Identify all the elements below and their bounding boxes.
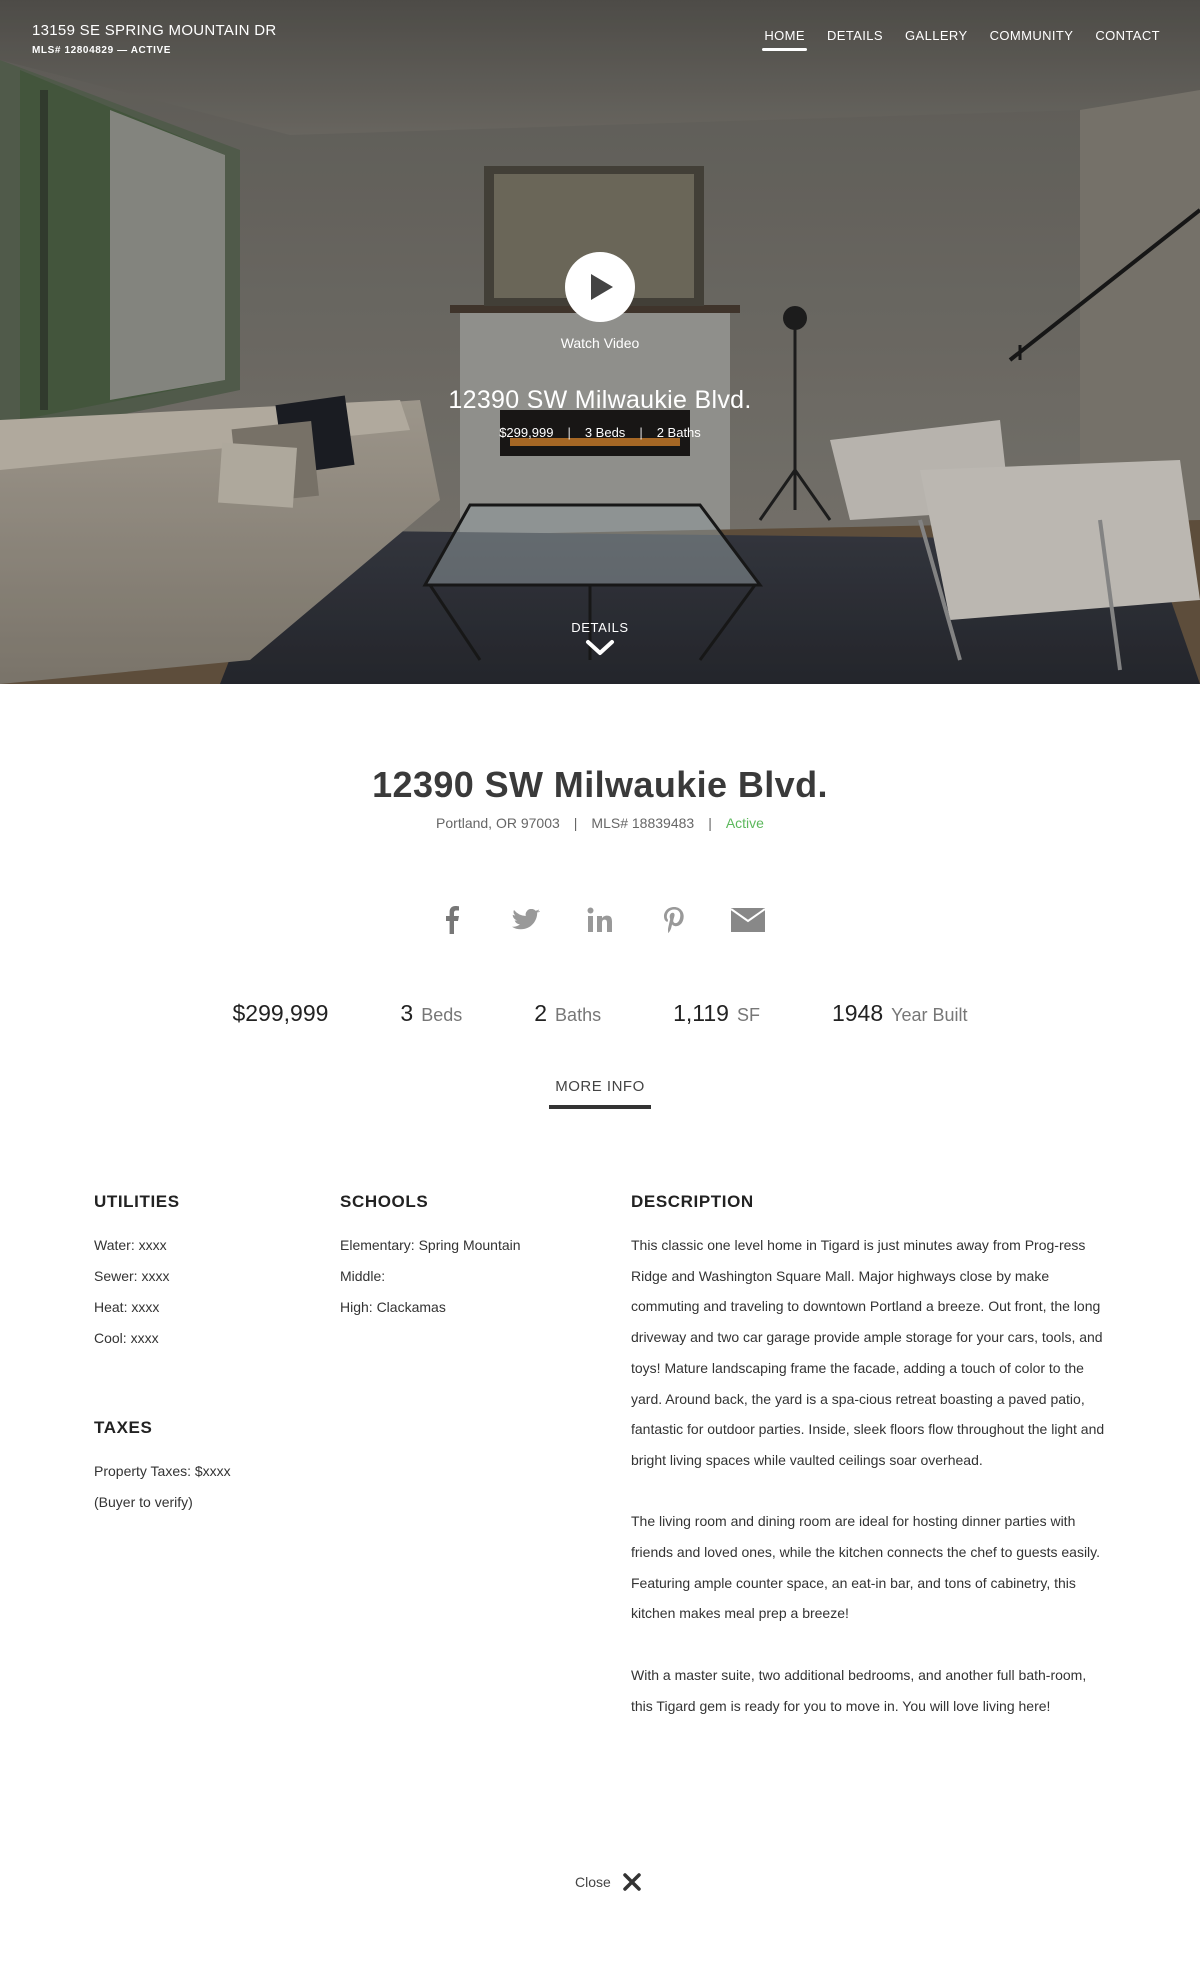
hero-section: 13159 SE SPRING MOUNTAIN DR MLS# 1280482… <box>0 0 1200 684</box>
stat-beds-value: 3 <box>400 1000 414 1026</box>
close-button[interactable]: Close <box>575 1873 641 1891</box>
list-item: Middle: <box>340 1268 386 1284</box>
utilities-heading: UTILITIES <box>94 1192 180 1211</box>
chevron-down-icon <box>586 640 614 655</box>
main-nav: HOME DETAILS GALLERY COMMUNITY CONTACT <box>762 28 1162 51</box>
description-paragraph: With a master suite, two additional bedr… <box>631 1666 1087 1714</box>
listing-location: Portland, OR 97003 <box>436 815 560 831</box>
hero-summary: $299,999 | 3 Beds | 2 Baths <box>0 425 1200 440</box>
list-item: Water: xxxx <box>94 1237 167 1253</box>
nav-contact[interactable]: CONTACT <box>1093 28 1162 51</box>
facebook-icon[interactable] <box>434 902 470 938</box>
brand-address: 13159 SE SPRING MOUNTAIN DR <box>32 22 277 39</box>
stat-year-value: 1948 <box>831 1000 884 1026</box>
list-item: Heat: xxxx <box>94 1299 160 1315</box>
status-badge: Active <box>725 815 764 831</box>
hero-baths: 2 Baths <box>656 425 701 440</box>
list-item: High: Clackamas <box>340 1299 446 1315</box>
hero-separator: | <box>567 425 571 440</box>
stat-price: $299,999 <box>232 1000 329 1026</box>
hero-price: $299,999 <box>499 425 554 440</box>
stat-baths: 2 Baths <box>534 1000 601 1027</box>
list-item: (Buyer to verify) <box>94 1494 193 1510</box>
close-icon <box>623 1873 641 1891</box>
hero-title: 12390 SW Milwaukie Blvd. <box>448 386 752 414</box>
stat-sf-value: 1,119 <box>673 1000 729 1026</box>
stat-baths-value: 2 <box>534 1000 548 1026</box>
listing-mls: MLS# 18839483 <box>591 815 695 831</box>
schools-heading: SCHOOLS <box>340 1192 429 1211</box>
more-info-tab[interactable]: MORE INFO <box>549 1078 651 1109</box>
list-item: Property Taxes: $xxxx <box>94 1463 231 1479</box>
watch-video-label[interactable]: Watch Video <box>0 335 1200 351</box>
hero-separator: | <box>639 425 643 440</box>
nav-gallery[interactable]: GALLERY <box>903 28 970 51</box>
listing-subline: Portland, OR 97003 | MLS# 18839483 | Act… <box>0 815 1200 831</box>
description-paragraph: This classic one level home in Tigard is… <box>631 1237 1105 1468</box>
key-stats: $299,999 3 Beds 2 Baths 1,119 SF 1948 Year B… <box>0 1000 1200 1027</box>
share-bar <box>0 902 1200 938</box>
stat-beds-unit: Beds <box>421 1005 463 1025</box>
schools-list: Elementary: Spring Mountain Middle: High… <box>340 1230 521 1323</box>
linkedin-icon[interactable] <box>582 902 618 938</box>
stat-baths-unit: Baths <box>555 1005 602 1025</box>
play-icon <box>591 274 613 300</box>
list-item: Elementary: Spring Mountain <box>340 1237 521 1253</box>
list-item: Sewer: xxxx <box>94 1268 170 1284</box>
listing-title: 12390 SW Milwaukie Blvd. <box>372 764 828 805</box>
description-heading: DESCRIPTION <box>631 1192 754 1211</box>
subline-separator: | <box>573 815 578 831</box>
taxes-list: Property Taxes: $xxxx (Buyer to verify) <box>94 1456 231 1518</box>
play-video-button[interactable] <box>565 252 635 322</box>
taxes-heading: TAXES <box>94 1418 153 1437</box>
utilities-list: Water: xxxx Sewer: xxxx Heat: xxxx Cool:… <box>94 1230 169 1354</box>
brand-mls-status: MLS# 12804829 — ACTIVE <box>32 45 171 56</box>
nav-home[interactable]: HOME <box>762 28 807 51</box>
hero-beds: 3 Beds <box>584 425 626 440</box>
description-paragraph: The living room and dining room are idea… <box>631 1513 1101 1622</box>
subline-separator: | <box>708 815 712 831</box>
stat-square-feet: 1,119 SF <box>673 1000 760 1027</box>
email-icon[interactable] <box>730 902 766 938</box>
twitter-icon[interactable] <box>508 902 544 938</box>
scroll-to-details-link[interactable]: DETAILS <box>560 620 640 657</box>
stat-year-built: 1948 Year Built <box>832 1000 968 1027</box>
stat-year-unit: Year Built <box>891 1005 968 1025</box>
close-label: Close <box>575 1874 611 1890</box>
nav-community[interactable]: COMMUNITY <box>988 28 1076 51</box>
pinterest-icon[interactable] <box>656 902 692 938</box>
nav-details[interactable]: DETAILS <box>825 28 885 51</box>
stat-sf-unit: SF <box>736 1005 760 1025</box>
list-item: Cool: xxxx <box>94 1330 159 1346</box>
details-label: DETAILS <box>571 620 629 635</box>
stat-beds: 3 Beds <box>400 1000 462 1027</box>
description-body: This classic one level home in Tigard is… <box>631 1230 1111 1752</box>
brand-block[interactable]: 13159 SE SPRING MOUNTAIN DR MLS# 1280482… <box>32 22 277 56</box>
